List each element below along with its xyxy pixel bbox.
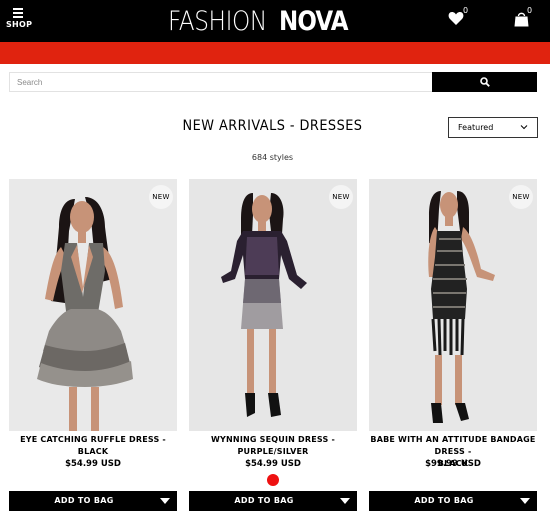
search-input[interactable] (9, 72, 432, 92)
model-figure (221, 193, 307, 417)
caret-down-icon (160, 498, 170, 504)
product-name-line: BABE WITH AN ATTITUDE BANDAGE DRESS - (370, 435, 536, 456)
shop-menu-button[interactable]: SHOP (6, 8, 33, 29)
search-icon (480, 77, 490, 87)
new-badge: NEW (509, 185, 533, 209)
wishlist-heart-icon[interactable] (448, 11, 464, 26)
wishlist-count: 0 (463, 6, 469, 15)
site-logo[interactable]: FASHION NOVA (168, 6, 349, 37)
top-bar: SHOP FASHION NOVA 0 0 (0, 0, 550, 42)
caret-down-icon (340, 498, 350, 504)
logo-text-bold: NOVA (279, 6, 349, 37)
cart-count: 0 (527, 6, 533, 15)
style-count: 684 styles (251, 153, 294, 162)
sort-selected-value: Featured (458, 123, 494, 132)
new-badge: NEW (329, 185, 353, 209)
product-price: $99.99 USD (425, 459, 481, 469)
caret-down-icon (520, 498, 530, 504)
product-name[interactable]: EYE CATCHING RUFFLE DRESS - BLACK (9, 434, 177, 458)
add-to-bag-label: ADD TO BAG (414, 496, 474, 505)
hamburger-icon (13, 8, 23, 18)
sort-dropdown[interactable]: Featured (448, 117, 538, 138)
product-price: $54.99 USD (65, 459, 121, 469)
color-swatch[interactable] (267, 474, 279, 486)
product-image[interactable]: NEW (369, 179, 537, 431)
add-to-bag-label: ADD TO BAG (54, 496, 114, 505)
promo-banner[interactable] (0, 42, 550, 64)
chevron-down-icon (520, 125, 528, 130)
logo-text-light: FASHION (168, 6, 267, 37)
product-image[interactable]: NEW (189, 179, 357, 431)
product-name[interactable]: WYNNING SEQUIN DRESS - PURPLE/SILVER (189, 434, 357, 458)
new-badge: NEW (149, 185, 173, 209)
add-to-bag-button[interactable]: ADD TO BAG (189, 491, 357, 511)
add-to-bag-label: ADD TO BAG (234, 496, 294, 505)
product-image[interactable]: NEW (9, 179, 177, 431)
add-to-bag-button[interactable]: ADD TO BAG (369, 491, 537, 511)
add-to-bag-button[interactable]: ADD TO BAG (9, 491, 177, 511)
product-price: $54.99 USD (245, 459, 301, 469)
search-button[interactable] (432, 72, 537, 92)
model-figure (428, 191, 495, 423)
model-figure (37, 197, 133, 431)
shop-label: SHOP (6, 20, 33, 29)
